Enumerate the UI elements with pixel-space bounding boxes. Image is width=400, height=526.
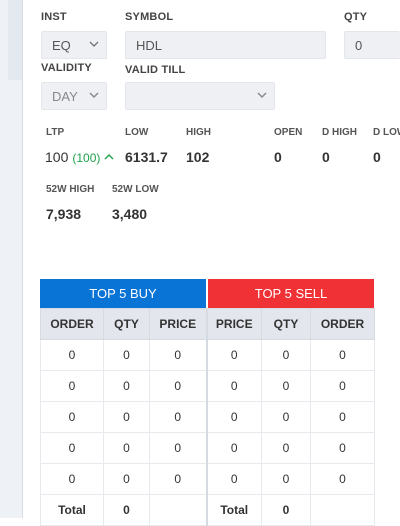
chevron-down-icon [257,92,267,98]
low-label: LOW [125,127,149,138]
qty-input[interactable]: 0 [344,31,400,59]
buy-total-label: Total [40,494,104,526]
sell-total-empty [310,494,375,526]
qty-label: QTY [344,11,368,23]
cell: 0 [205,370,262,402]
table-row: 0 0 0 0 0 0 [40,370,375,402]
symbol-input[interactable]: HDL [125,31,326,59]
cell: 0 [261,370,311,402]
cell: 0 [149,401,207,433]
cell: 0 [261,401,311,433]
w52-high-label: 52W HIGH [46,184,95,195]
cell: 0 [310,432,375,464]
cell: 0 [310,401,375,433]
cell: 0 [40,370,104,402]
table-row: 0 0 0 0 0 0 [40,401,375,433]
col-sell-order: ORDER [310,308,375,340]
open-label: OPEN [274,127,303,138]
cell: 0 [103,339,150,371]
depth-table: ORDER QTY PRICE PRICE QTY ORDER 0 0 0 0 … [40,308,375,526]
chevron-down-icon [89,92,99,98]
validity-select[interactable]: DAY [41,82,107,110]
ltp-change: (100) [72,151,101,165]
col-sell-qty: QTY [261,308,311,340]
sell-total-qty: 0 [261,494,311,526]
w52-low-value: 3,480 [112,206,148,222]
ltp-value: 100 [45,149,69,165]
ltp-label: LTP [46,127,65,138]
valid-till-label: VALID TILL [125,64,186,76]
validity-label: VALIDITY [41,62,92,74]
cell: 0 [310,339,375,371]
col-sell-price: PRICE [205,308,262,340]
col-buy-order: ORDER [40,308,104,340]
cell: 0 [149,432,207,464]
low-value: 6131.7 [125,149,168,165]
cell: 0 [40,401,104,433]
dlow-label: D LOW [373,127,400,138]
validity-value: DAY [52,88,78,104]
cell: 0 [103,463,150,495]
inst-value: EQ [52,37,71,53]
cell: 0 [261,463,311,495]
table-row: 0 0 0 0 0 0 [40,463,375,495]
dlow-value: 0 [373,149,381,165]
cell: 0 [205,339,262,371]
left-gutter [0,0,23,518]
depth-header-row: ORDER QTY PRICE PRICE QTY ORDER [40,308,375,340]
dhigh-label: D HIGH [322,127,357,138]
valid-till-select[interactable] [125,82,275,110]
high-label: HIGH [186,127,211,138]
inst-select[interactable]: EQ [41,31,107,59]
col-buy-price: PRICE [149,308,207,340]
cell: 0 [205,463,262,495]
cell: 0 [149,370,207,402]
market-depth: TOP 5 BUY TOP 5 SELL ORDER QTY PRICE PRI… [40,279,375,526]
top5-sell-header[interactable]: TOP 5 SELL [208,279,374,308]
arrow-up-icon [104,154,114,160]
buy-total-qty: 0 [103,494,150,526]
left-strip [8,0,22,80]
sell-total-label: Total [205,494,262,526]
top5-buy-header[interactable]: TOP 5 BUY [40,279,206,308]
symbol-label: SYMBOL [125,11,174,23]
cell: 0 [103,401,150,433]
cell: 0 [310,463,375,495]
cell: 0 [205,432,262,464]
buy-total-empty [149,494,207,526]
w52-low-label: 52W LOW [112,184,159,195]
cell: 0 [261,432,311,464]
high-value: 102 [186,149,210,165]
inst-label: INST [41,11,67,23]
cell: 0 [261,339,311,371]
cell: 0 [149,339,207,371]
chevron-down-icon [89,41,99,47]
dhigh-value: 0 [322,149,330,165]
cell: 0 [205,401,262,433]
symbol-value: HDL [136,37,163,53]
cell: 0 [40,339,104,371]
ltp-value-group: 100 (100) [45,149,114,165]
cell: 0 [103,432,150,464]
table-row: 0 0 0 0 0 0 [40,339,375,371]
cell: 0 [310,370,375,402]
cell: 0 [40,463,104,495]
col-buy-qty: QTY [103,308,150,340]
total-row: Total 0 Total 0 [40,494,375,526]
w52-high-value: 7,938 [46,206,82,222]
table-row: 0 0 0 0 0 0 [40,432,375,464]
cell: 0 [103,370,150,402]
cell: 0 [40,432,104,464]
cell: 0 [149,463,207,495]
qty-value: 0 [355,37,363,53]
open-value: 0 [274,149,282,165]
